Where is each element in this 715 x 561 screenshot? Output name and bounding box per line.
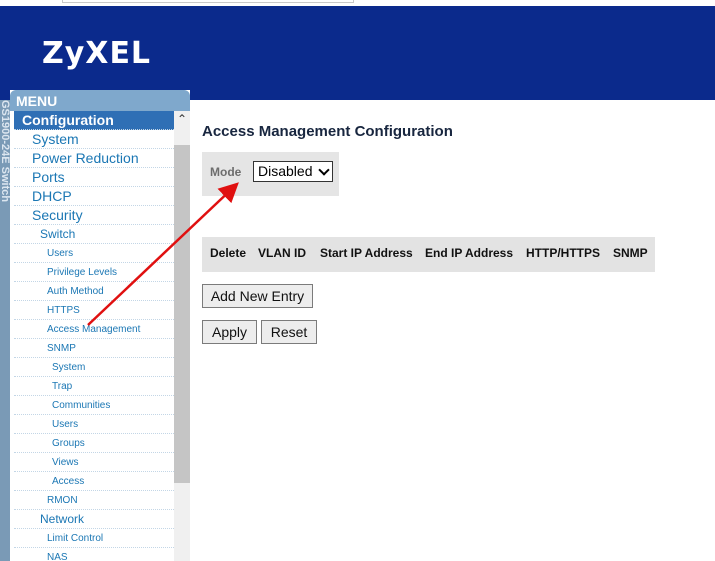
sidebar-item-dhcp[interactable]: DHCP	[14, 187, 174, 206]
sidebar-item-network[interactable]: Network	[14, 510, 174, 529]
scroll-thumb[interactable]	[174, 145, 190, 483]
sidebar-item-ports[interactable]: Ports	[14, 168, 174, 187]
sidebar-item-configuration[interactable]: Configuration	[14, 111, 174, 130]
apply-button[interactable]: Apply	[202, 320, 257, 344]
menu-header: MENU	[10, 90, 190, 111]
sidebar-item-trap[interactable]: Trap	[14, 377, 174, 396]
sidebar-item-users[interactable]: Users	[14, 415, 174, 434]
col-vlan-id: VLAN ID	[258, 246, 306, 260]
chevron-down-icon	[318, 164, 330, 176]
add-new-entry-button[interactable]: Add New Entry	[202, 284, 313, 308]
mode-select-value: Disabled	[258, 163, 313, 179]
mode-label: Mode	[210, 165, 242, 179]
header-banner: ZyXEL	[0, 6, 715, 100]
sidebar-item-access-management[interactable]: Access Management	[14, 320, 174, 339]
sidebar-item-power-reduction[interactable]: Power Reduction	[14, 149, 174, 168]
sidebar-item-groups[interactable]: Groups	[14, 434, 174, 453]
app-window: ZyXEL GS1900-24E Switch MENU Configurati…	[0, 0, 715, 561]
sidebar-item-security[interactable]: Security	[14, 206, 174, 225]
access-table-header: Delete VLAN ID Start IP Address End IP A…	[202, 237, 655, 272]
menu-list: Configuration System Power Reduction Ports D…	[14, 111, 174, 561]
scroll-up-icon[interactable]: ⌃	[174, 111, 190, 127]
sidebar-menu: MENU Configuration System Power Reduction P…	[10, 90, 190, 561]
page-title: Access Management Configuration	[202, 123, 453, 140]
mode-panel: Mode Disabled	[202, 152, 339, 196]
reset-button[interactable]: Reset	[261, 320, 317, 344]
col-delete: Delete	[210, 246, 247, 260]
sidebar-item-access[interactable]: Access	[14, 472, 174, 491]
sidebar-item-system[interactable]: System	[14, 130, 174, 149]
sidebar-item-rmon[interactable]: RMON	[14, 491, 174, 510]
sidebar-item-privilege-levels[interactable]: Privilege Levels	[14, 263, 174, 282]
sidebar-item-auth-method[interactable]: Auth Method	[14, 282, 174, 301]
sidebar-item-views[interactable]: Views	[14, 453, 174, 472]
sidebar-item-switch[interactable]: Switch	[14, 225, 174, 244]
col-start-ip: Start IP Address	[320, 246, 413, 260]
zyxel-logo: ZyXEL	[42, 36, 152, 71]
sidebar-item-communities[interactable]: Communities	[14, 396, 174, 415]
sidebar-item-system[interactable]: System	[14, 358, 174, 377]
sidebar-item-snmp[interactable]: SNMP	[14, 339, 174, 358]
sidebar-item-limit-control[interactable]: Limit Control	[14, 529, 174, 548]
menu-scrollbar[interactable]: ⌃	[174, 111, 190, 561]
sidebar-item-nas[interactable]: NAS	[14, 548, 174, 561]
edge-label: GS1900-24E Switch	[0, 100, 10, 203]
col-end-ip: End IP Address	[425, 246, 514, 260]
address-bar-edge	[62, 0, 354, 3]
col-http-https: HTTP/HTTPS	[526, 246, 600, 260]
mode-select[interactable]: Disabled	[253, 161, 333, 182]
col-snmp: SNMP	[613, 246, 648, 260]
sidebar-item-users[interactable]: Users	[14, 244, 174, 263]
sidebar-item-https[interactable]: HTTPS	[14, 301, 174, 320]
